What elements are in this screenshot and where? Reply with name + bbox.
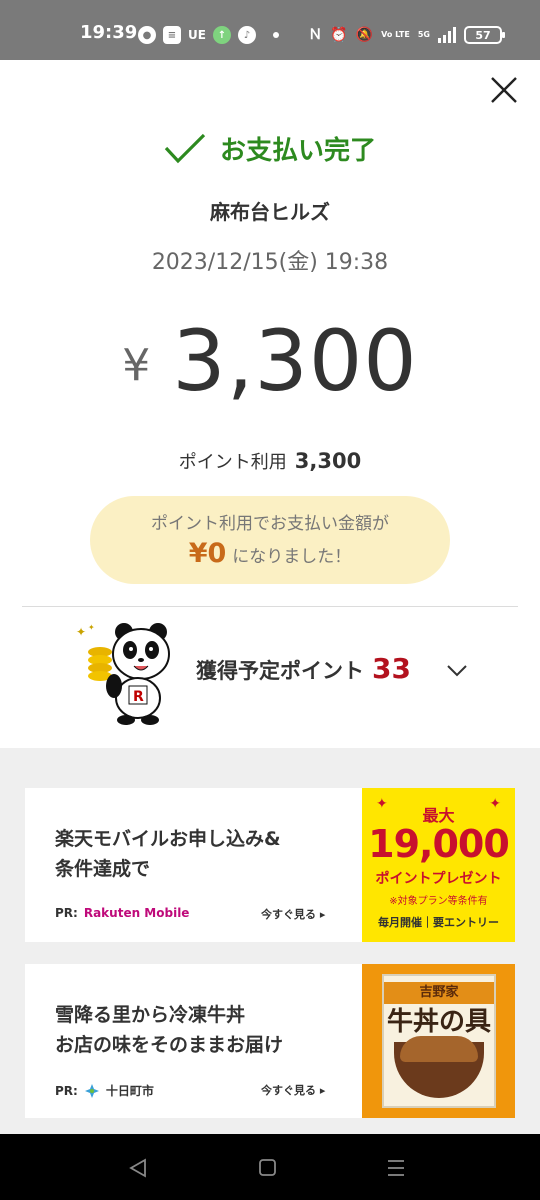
ad-title-line: お店の味をそのままお届け (55, 1034, 284, 1056)
status-time: 19:39 (80, 22, 138, 43)
back-triangle-icon[interactable] (128, 1158, 148, 1178)
sponsor-name: Rakuten Mobile (83, 906, 190, 920)
tiktok-icon: ♪ (237, 26, 256, 44)
close-icon[interactable] (488, 74, 520, 106)
rakuten-promo-banner: ✦ ✦ 最大 19,000 ポイントプレゼント ※対象プラン等条件有 毎月開催｜… (362, 788, 515, 942)
payment-complete-header: お支払い完了 (0, 128, 540, 168)
payment-amount: ¥ 3,300 (0, 312, 540, 412)
system-icons: Ｎ ⏰ 🔕 Vo LTE 5G 57 (308, 24, 505, 46)
signal-strength-icon (438, 27, 456, 43)
ad-title-line: 雪降る里から冷凍牛丼 (55, 1004, 246, 1026)
ad-sponsor-row: PR: Rakuten Mobile (55, 906, 189, 920)
ad-card-tokamachi[interactable]: 雪降る里から冷凍牛丼 お店の味をそのままお届け PR: 十日町市 今すぐ見る ▸… (25, 964, 515, 1118)
notice-amount: ¥0 (188, 538, 227, 569)
svg-text:✦: ✦ (76, 625, 86, 639)
brand-label: 吉野家 (384, 982, 494, 1004)
notification-icons: ● ≡ UE ↑ ♪ (138, 24, 279, 46)
earned-points-toggle[interactable]: 獲得予定ポイント 33 (196, 652, 411, 685)
ad-title-line: 条件達成で (55, 858, 151, 880)
pr-label: PR: (55, 906, 78, 920)
promo-schedule: 毎月開催｜要エントリー (378, 916, 499, 929)
checkmark-icon (164, 133, 206, 164)
ad-title: 楽天モバイルお申し込み& 条件達成で (55, 824, 355, 884)
system-nav-bar (0, 1134, 540, 1200)
svg-text:✦: ✦ (88, 623, 95, 632)
chat-bubble-icon: ● (138, 26, 156, 44)
currency-symbol: ¥ (122, 340, 151, 391)
point-use-value: 3,300 (294, 449, 362, 473)
mute-icon: 🔕 (355, 27, 374, 43)
promo-points-amount: 19,000 (368, 822, 510, 866)
earned-points-value: 33 (372, 652, 411, 685)
pr-label: PR: (55, 1083, 78, 1098)
tokamachi-logo-icon (84, 1083, 99, 1098)
payment-datetime: 2023/12/15(金) 19:38 (151, 250, 389, 275)
notice-text: ポイント利用でお支払い金額が (151, 514, 389, 534)
svg-text:R: R (133, 689, 144, 705)
ue-indicator: UE (188, 28, 206, 42)
merchant-name: 麻布台ヒルズ (210, 200, 330, 224)
beef-bowl-package: 吉野家 牛丼の具 (382, 974, 496, 1108)
more-notifications-dot-icon (272, 32, 279, 38)
alarm-icon: ⏰ (330, 27, 348, 43)
sponsor-name: 十日町市 (105, 1084, 154, 1098)
panda-mascot-icon: ✦ ✦ R (76, 623, 170, 725)
point-usage: ポイント利用 3,300 (0, 448, 540, 474)
ad-title: 雪降る里から冷凍牛丼 お店の味をそのままお届け (55, 1000, 355, 1060)
volte-indicator: Vo LTE (381, 30, 410, 39)
promo-point-present: ポイントプレゼント (375, 871, 502, 887)
ad-title-line: 楽天モバイルお申し込み& (55, 828, 281, 850)
battery-icon: 57 (464, 26, 505, 44)
see-now-link[interactable]: 今すぐ見る ▸ (261, 1082, 325, 1098)
point-use-label: ポイント利用 (178, 452, 287, 473)
notice-amount-row: ¥0 になりました！ (90, 538, 450, 569)
payment-complete-label: お支払い完了 (219, 135, 376, 166)
nfc-icon: Ｎ (308, 27, 323, 43)
message-icon: ≡ (163, 26, 181, 44)
status-bar: 19:39 ● ≡ UE ↑ ♪ Ｎ ⏰ 🔕 Vo LTE 5G 57 (0, 0, 540, 60)
see-now-link[interactable]: 今すぐ見る ▸ (261, 906, 325, 922)
ad-sponsor-row: PR: 十日町市 (55, 1082, 154, 1099)
amount-value: 3,300 (172, 312, 418, 410)
chevron-down-icon[interactable] (446, 664, 468, 678)
network-type-indicator: 5G (417, 30, 430, 39)
recent-apps-menu-icon[interactable] (386, 1158, 406, 1178)
dish-label: 牛丼の具 (386, 1007, 491, 1037)
upload-arrow-icon: ↑ (212, 26, 231, 44)
ads-section: 楽天モバイルお申し込み& 条件達成で PR: Rakuten Mobile 今す… (0, 748, 540, 1134)
ad-card-rakuten-mobile[interactable]: 楽天モバイルお申し込み& 条件達成で PR: Rakuten Mobile 今す… (25, 788, 515, 942)
earned-points-label: 獲得予定ポイント (196, 659, 364, 683)
zero-payment-notice: ポイント利用でお支払い金額が ¥0 になりました！ (90, 496, 450, 584)
divider (22, 606, 518, 607)
yoshinoya-product-image: 吉野家 牛丼の具 (362, 964, 515, 1118)
notice-suffix: になりました！ (232, 547, 352, 567)
beef-topping (400, 1036, 478, 1062)
home-square-icon[interactable] (258, 1158, 277, 1177)
promo-note: ※対象プラン等条件有 (389, 896, 488, 907)
